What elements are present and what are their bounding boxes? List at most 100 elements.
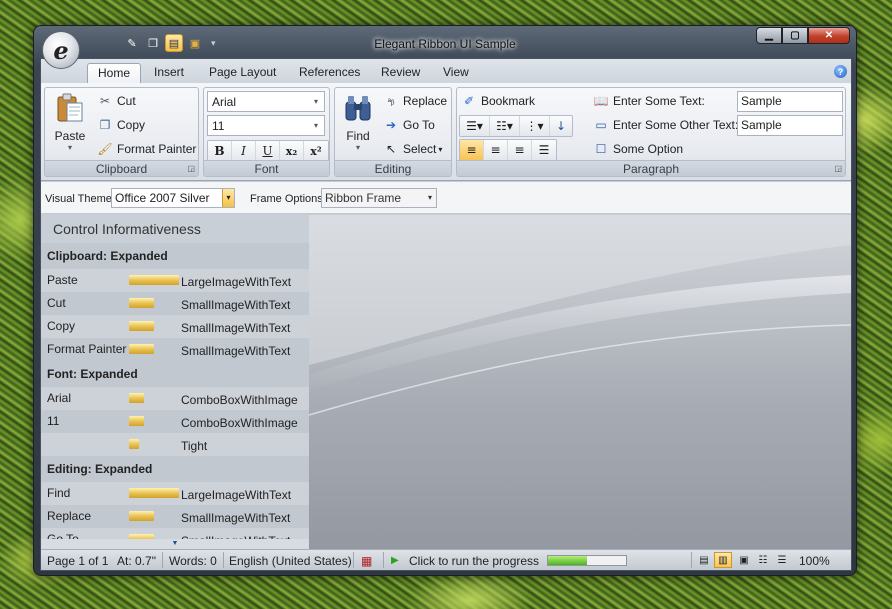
draft-view-icon[interactable]: ☰ (773, 552, 791, 568)
informativeness-level-bar[interactable] (129, 488, 179, 498)
some-option-label: Some Option (613, 142, 684, 156)
full-screen-reading-view-icon[interactable]: ▥ (714, 552, 732, 568)
replace-button[interactable]: ᵃᵦ Replace (383, 91, 447, 111)
bold-button[interactable]: B (208, 141, 232, 161)
panel-row[interactable]: Tight (41, 433, 309, 456)
sort-icon[interactable]: ↓ (550, 116, 572, 136)
tab-insert[interactable]: Insert (144, 63, 194, 83)
run-progress-label[interactable]: Click to run the progress (409, 554, 539, 568)
web-layout-view-icon[interactable]: ▣ (735, 552, 753, 568)
informativeness-level-bar[interactable] (129, 393, 144, 403)
status-separator (223, 552, 224, 568)
tab-home[interactable]: Home (87, 63, 142, 83)
bullets-icon[interactable]: ☰▾ (460, 116, 490, 136)
chevron-down-icon[interactable]: ▾ (424, 189, 436, 207)
informativeness-level-bar[interactable] (129, 298, 154, 308)
panel-row[interactable]: Arial ComboBoxWithImage (41, 387, 309, 410)
panel-row-mode: LargeImageWithText (181, 488, 292, 502)
paste-button[interactable]: Paste ▾ (50, 92, 90, 152)
chevron-down-icon[interactable]: ▾ (310, 116, 322, 135)
align-left-icon[interactable]: ≡ (460, 140, 484, 160)
checkbox-icon[interactable]: ☐ (593, 141, 609, 157)
binoculars-icon (345, 96, 371, 121)
superscript-button[interactable]: x² (304, 141, 328, 161)
tab-page-layout[interactable]: Page Layout (199, 63, 286, 83)
chevron-down-icon[interactable]: ▾ (310, 92, 322, 111)
underline-button[interactable]: U (256, 141, 280, 161)
panel-row[interactable]: 11 ComboBoxWithImage (41, 410, 309, 433)
go-to-button[interactable]: ➔ Go To (383, 115, 435, 135)
visual-theme-select[interactable]: Office 2007 Silver ▾ (111, 188, 235, 208)
informativeness-level-bar[interactable] (129, 344, 154, 354)
font-family-combo[interactable]: Arial ▾ (207, 91, 325, 112)
sample-text-input-2[interactable]: Sample (737, 115, 843, 136)
tab-review[interactable]: Review (371, 63, 430, 83)
paragraph-dialog-launcher-icon[interactable]: ◲ (834, 164, 842, 173)
align-right-icon[interactable]: ≡ (508, 140, 532, 160)
enter-some-text-label: Enter Some Text: (613, 94, 705, 108)
chevron-down-icon[interactable]: ▾ (222, 189, 234, 207)
page-indicator[interactable]: Page 1 of 1 (47, 554, 108, 568)
panel-row[interactable]: Replace SmallImageWithText (41, 505, 309, 528)
caption-buttons: ▁ ▢ ✕ (756, 27, 850, 44)
italic-button[interactable]: I (232, 141, 256, 161)
align-center-icon[interactable]: ≡ (484, 140, 508, 160)
format-painter-button[interactable]: 🖌 Format Painter (97, 139, 196, 159)
scroll-down-icon[interactable]: ▼ (41, 539, 309, 549)
close-button[interactable]: ✕ (808, 27, 850, 44)
zoom-level[interactable]: 100% (799, 554, 830, 568)
sample-text-input-1[interactable]: Sample (737, 91, 843, 112)
outline-view-icon[interactable]: ☷ (754, 552, 772, 568)
background-swoosh (309, 215, 851, 416)
calendar-icon[interactable]: ▦ (361, 554, 372, 568)
language-indicator[interactable]: English (United States) (229, 554, 352, 568)
informativeness-level-bar[interactable] (129, 416, 144, 426)
enter-some-text-row: 📖 Enter Some Text: (593, 91, 705, 111)
word-count[interactable]: Words: 0 (169, 554, 217, 568)
title-bar[interactable]: e ✎ ❐ ▤ ▣ ▾ Elegant Ribbon UI Sample ▁ ▢… (34, 26, 856, 69)
find-dropdown-icon[interactable]: ▾ (339, 143, 377, 152)
panel-row[interactable]: Copy SmallImageWithText (41, 315, 309, 338)
clipboard-dialog-launcher-icon[interactable]: ◲ (187, 164, 195, 173)
paragraph-group-label: Paragraph (457, 160, 845, 176)
format-painter-label: Format Painter (117, 142, 197, 156)
maximize-button[interactable]: ▢ (782, 27, 808, 44)
panel-row[interactable]: Find LargeImageWithText (41, 482, 309, 505)
informativeness-level-bar[interactable] (129, 321, 154, 331)
find-button[interactable]: Find ▾ (339, 92, 377, 152)
multilevel-list-icon[interactable]: ⋮▾ (520, 116, 550, 136)
help-icon[interactable]: ? (834, 65, 847, 78)
font-group: Arial ▾ 11 ▾ B I U x₂ x² Font (203, 87, 330, 177)
go-to-label: Go To (403, 118, 435, 132)
informativeness-level-bar[interactable] (129, 439, 139, 449)
cut-button[interactable]: ✂ Cut (97, 91, 136, 111)
bookmark-button[interactable]: ✐ Bookmark (461, 91, 535, 111)
tab-references[interactable]: References (289, 63, 370, 83)
play-icon[interactable]: ▶ (391, 555, 399, 566)
font-size-combo[interactable]: 11 ▾ (207, 115, 325, 136)
numbering-icon[interactable]: ☷▾ (490, 116, 520, 136)
panel-row[interactable]: Paste LargeImageWithText (41, 269, 309, 292)
panel-row-mode: LargeImageWithText (181, 275, 292, 289)
editing-group-label: Editing (335, 160, 451, 176)
some-option-row[interactable]: ☐ Some Option (593, 139, 683, 159)
justify-icon[interactable]: ☰ (532, 140, 556, 160)
panel-row[interactable]: Format Painter SmallImageWithText (41, 338, 309, 361)
print-layout-view-icon[interactable]: ▤ (695, 552, 713, 568)
informativeness-level-bar[interactable] (129, 275, 179, 285)
frame-options-select[interactable]: Ribbon Frame ▾ (321, 188, 437, 208)
position-indicator[interactable]: At: 0.7" (117, 554, 156, 568)
select-button[interactable]: ↖ Select ▾ (383, 139, 442, 159)
panel-row[interactable]: Cut SmallImageWithText (41, 292, 309, 315)
copy-button[interactable]: ❐ Copy (97, 115, 145, 135)
panel-title: Control Informativeness (41, 215, 309, 243)
informativeness-level-bar[interactable] (129, 511, 154, 521)
minimize-button[interactable]: ▁ (756, 27, 782, 44)
paste-dropdown-icon[interactable]: ▾ (50, 143, 90, 152)
font-size-value: 11 (212, 118, 225, 133)
tab-view[interactable]: View (433, 63, 479, 83)
paste-icon (57, 93, 83, 122)
application-menu-button[interactable]: e (42, 31, 80, 69)
subscript-button[interactable]: x₂ (280, 141, 304, 161)
document-area[interactable] (309, 215, 851, 549)
